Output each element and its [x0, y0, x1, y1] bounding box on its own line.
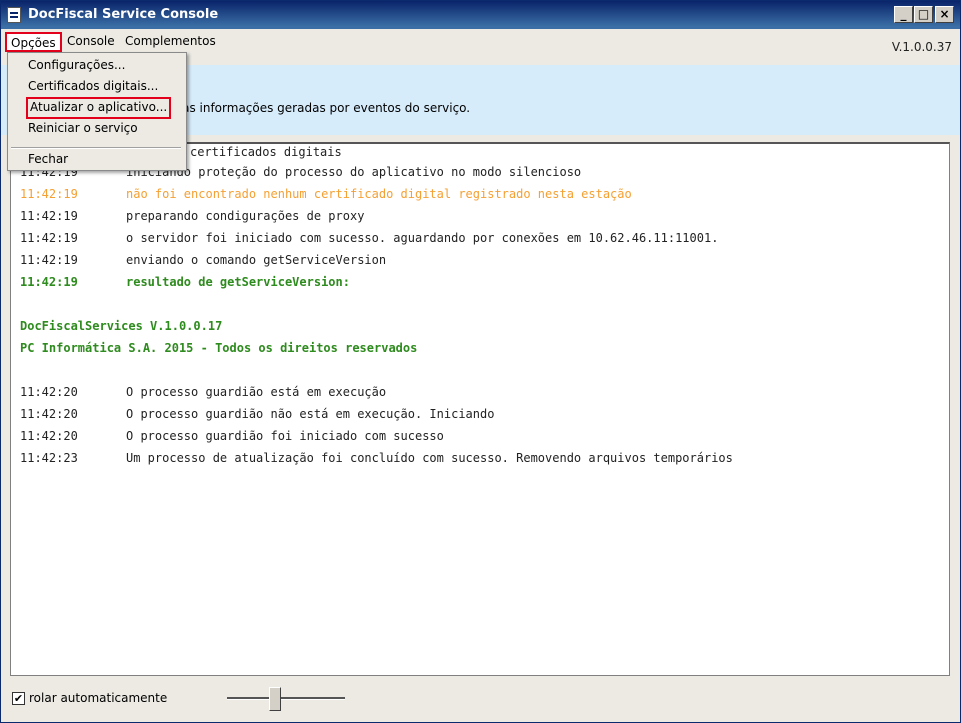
opcoes-dropdown-menu: Configurações... Certificados digitais..… [7, 52, 187, 171]
log-row: 11:42:23 Um processo de atualização foi c… [20, 451, 733, 471]
menu-item-reiniciar[interactable]: Reiniciar o serviço [28, 120, 138, 138]
menu-opcoes[interactable]: Opções [5, 32, 62, 52]
log-time: 11:42:20 [20, 385, 78, 399]
log-message: O processo guardião está em execução [126, 385, 387, 399]
log-row: DocFiscalServices V.1.0.0.17 [20, 319, 222, 339]
app-icon [7, 7, 21, 23]
log-row [20, 363, 126, 383]
slider-thumb[interactable] [269, 687, 281, 711]
menu-item-atualizar[interactable]: Atualizar o aplicativo... [26, 97, 172, 119]
log-message: enviando o comando getServiceVersion [126, 253, 387, 267]
menu-item-certificados[interactable]: Certificados digitais... [28, 78, 158, 96]
autoscroll-label: rolar automaticamente [29, 691, 168, 705]
log-time: 11:42:19 [20, 253, 78, 267]
log-row: 11:42:19 o servidor foi iniciado com suce… [20, 231, 718, 251]
autoscroll-checkbox[interactable]: ✔ [12, 692, 25, 705]
log-row: PC Informática S.A. 2015 - Todos os dire… [20, 341, 417, 361]
menu-item-configuracoes[interactable]: Configurações... [28, 57, 125, 75]
log-time: 11:42:20 [20, 429, 78, 443]
menu-separator [11, 147, 181, 149]
log-message: o servidor foi iniciado com sucesso. agu… [126, 231, 719, 245]
log-row: 11:42:19 não foi encontrado nenhum certif… [20, 187, 632, 207]
title-bar[interactable]: DocFiscal Service Console _ □ × [1, 1, 960, 29]
log-message: Um processo de atualização foi concluído… [126, 451, 733, 465]
menu-console[interactable]: Console [63, 32, 119, 52]
log-time: 11:42:19 [20, 209, 78, 223]
log-message: O processo guardião não está em execução… [126, 407, 495, 421]
log-time: 11:42:19 [20, 187, 78, 201]
menu-item-fechar[interactable]: Fechar [28, 151, 68, 169]
log-message: O processo guardião foi iniciado com suc… [126, 429, 444, 443]
log-time: 11:42:20 [20, 407, 78, 421]
log-time: 11:42:19 [20, 275, 78, 289]
log-message: resultado de getServiceVersion: [126, 275, 350, 289]
menu-complementos[interactable]: Complementos [121, 32, 220, 52]
footer-bar: ✔ rolar automaticamente [1, 681, 960, 721]
console-log[interactable]: certificados digitais 11:42:19 iniciando p… [10, 142, 950, 676]
log-time: 11:42:19 [20, 231, 78, 245]
log-row: 11:42:19 resultado de getServiceVersion: [20, 275, 350, 295]
log-row: 11:42:20 O processo guardião não está em … [20, 407, 494, 427]
slider-track[interactable] [227, 697, 345, 700]
app-window: DocFiscal Service Console _ □ × Opções C… [0, 0, 961, 723]
log-message: certificados digitais [190, 145, 342, 159]
log-message: não foi encontrado nenhum certificado di… [126, 187, 632, 201]
log-time: 11:42:23 [20, 451, 78, 465]
banner-text: ar as informações geradas por eventos do… [166, 101, 471, 115]
minimize-button[interactable]: _ [894, 6, 913, 23]
log-message: DocFiscalServices V.1.0.0.17 [20, 319, 223, 333]
close-button[interactable]: × [935, 6, 954, 23]
log-message: preparando condigurações de proxy [126, 209, 365, 223]
window-title: DocFiscal Service Console [28, 7, 219, 22]
log-row: 11:42:20 O processo guardião está em exec… [20, 385, 386, 405]
log-row: 11:42:19 enviando o comando getServiceVer… [20, 253, 386, 273]
log-message: iniciando proteção do processo do aplica… [126, 165, 582, 179]
log-row: 11:42:20 O processo guardião foi iniciado… [20, 429, 444, 449]
log-row: 11:42:19 preparando condigurações de prox… [20, 209, 364, 229]
log-row [20, 297, 126, 317]
log-message: PC Informática S.A. 2015 - Todos os dire… [20, 341, 418, 355]
maximize-button[interactable]: □ [914, 6, 933, 23]
version-label: V.1.0.0.37 [891, 40, 952, 54]
